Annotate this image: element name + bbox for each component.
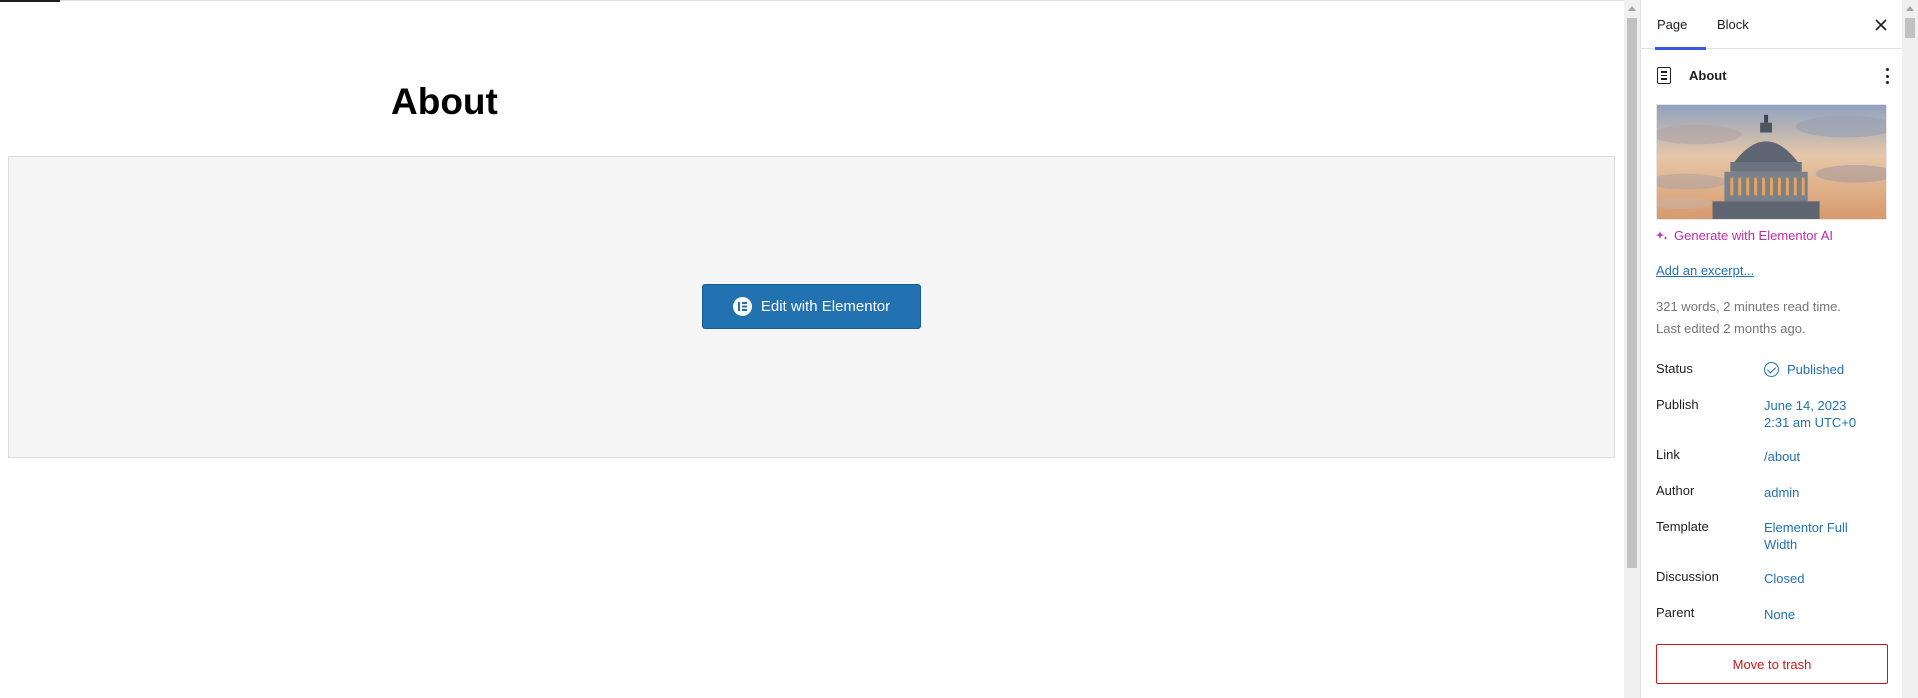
- sidebar-scrollbar-thumb[interactable]: [1905, 18, 1915, 38]
- canvas-scrollbar[interactable]: [1624, 0, 1640, 698]
- add-excerpt-link[interactable]: Add an excerpt...: [1656, 263, 1754, 278]
- status-value-text: Published: [1787, 362, 1845, 377]
- parent-value[interactable]: None: [1764, 606, 1795, 623]
- author-value[interactable]: admin: [1764, 484, 1799, 501]
- template-value[interactable]: Elementor Full Width: [1764, 519, 1848, 553]
- canvas-top-indicator: [0, 0, 60, 2]
- publish-date-value[interactable]: June 14, 2023 2:31 am UTC+0: [1764, 397, 1856, 431]
- discussion-label: Discussion: [1656, 569, 1719, 584]
- tab-page-label: Page: [1657, 17, 1688, 32]
- parent-label: Parent: [1656, 605, 1695, 620]
- active-tab-indicator: [1655, 47, 1706, 50]
- word-count-text: 321 words, 2 minutes read time.: [1656, 299, 1841, 314]
- published-check-icon: [1764, 362, 1779, 377]
- elementor-icon: [732, 297, 752, 316]
- tab-block-label: Block: [1717, 17, 1749, 32]
- scroll-up-arrow-icon[interactable]: [1628, 6, 1636, 11]
- publish-label: Publish: [1656, 397, 1699, 412]
- more-options-icon[interactable]: [1882, 67, 1892, 85]
- template-value-line2: Width: [1764, 537, 1798, 552]
- edit-with-elementor-label: Edit with Elementor: [760, 298, 891, 315]
- elementor-placeholder: Edit with Elementor: [8, 156, 1615, 458]
- featured-image[interactable]: [1656, 104, 1887, 220]
- document-title: About: [1689, 68, 1727, 83]
- link-label: Link: [1656, 447, 1680, 462]
- author-label: Author: [1656, 483, 1695, 498]
- generate-with-ai-link[interactable]: Generate with Elementor AI: [1656, 228, 1833, 243]
- template-label: Template: [1656, 519, 1709, 534]
- publish-time: 2:31 am UTC+0: [1764, 415, 1857, 430]
- move-to-trash-button[interactable]: Move to trash: [1656, 644, 1888, 684]
- close-icon[interactable]: [1871, 15, 1891, 35]
- tab-block[interactable]: Block: [1717, 0, 1749, 49]
- template-value-line1: Elementor Full: [1764, 520, 1848, 535]
- canvas-scrollbar-thumb[interactable]: [1627, 18, 1637, 568]
- last-edited-text: Last edited 2 months ago.: [1656, 321, 1806, 336]
- editor-canvas: About Edit with Elementor: [0, 0, 1626, 698]
- edit-with-elementor-button[interactable]: Edit with Elementor: [702, 284, 921, 329]
- publish-date: June 14, 2023: [1764, 398, 1847, 413]
- link-value[interactable]: /about: [1764, 448, 1800, 465]
- generate-with-ai-label: Generate with Elementor AI: [1674, 228, 1833, 243]
- settings-sidebar: Page Block About Generate with Elementor…: [1641, 0, 1902, 698]
- document-summary: About: [1657, 65, 1889, 87]
- sparkle-icon: [1656, 230, 1668, 240]
- status-value[interactable]: Published: [1764, 361, 1844, 378]
- sidebar-tabs: Page Block: [1641, 0, 1902, 50]
- post-meta: 321 words, 2 minutes read time. Last edi…: [1656, 296, 1841, 340]
- status-label: Status: [1656, 361, 1693, 376]
- sidebar-scroll-up-arrow-icon[interactable]: [1906, 6, 1914, 11]
- page-title[interactable]: About: [391, 81, 498, 123]
- tab-page[interactable]: Page: [1655, 0, 1706, 50]
- sidebar-scrollbar[interactable]: [1902, 0, 1918, 698]
- discussion-value[interactable]: Closed: [1764, 570, 1804, 587]
- editor-root: About Edit with Elementor Page Block Abo…: [0, 0, 1918, 698]
- page-icon: [1657, 67, 1671, 84]
